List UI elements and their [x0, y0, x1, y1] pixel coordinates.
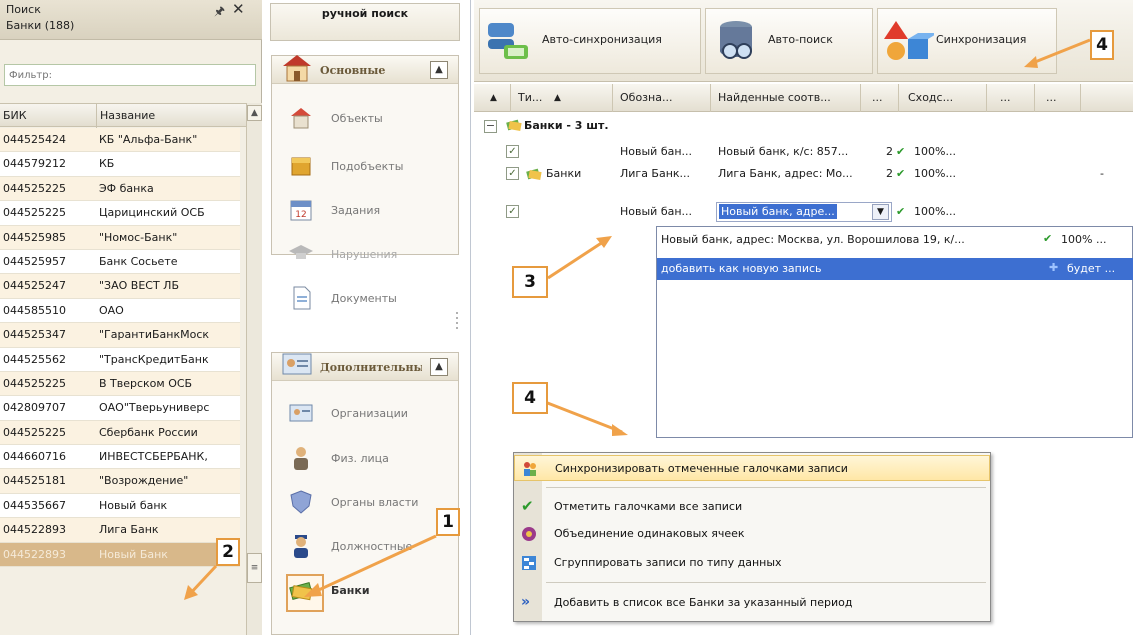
callout-4-toolbar: 4: [1090, 30, 1114, 60]
callout-2: 2: [216, 538, 240, 566]
annotation-arrows: [184, 38, 1091, 600]
callout-1: 1: [436, 508, 460, 536]
callout-4-menu: 4: [512, 382, 548, 414]
callout-3: 3: [512, 266, 548, 298]
